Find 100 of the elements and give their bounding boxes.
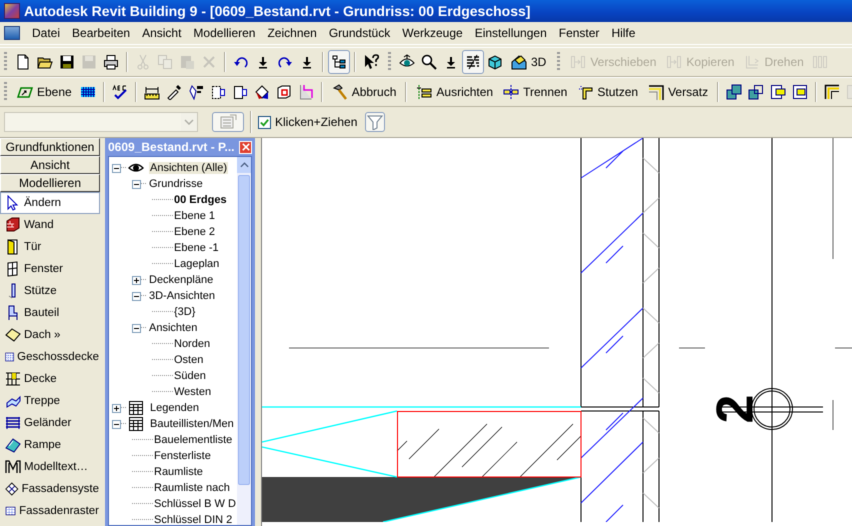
tree-item[interactable]: Fensterliste (153, 450, 212, 462)
tree-item[interactable]: Lageplan (173, 258, 220, 270)
menu-item[interactable]: Zeichnen (261, 24, 323, 42)
toolbar-button[interactable]: Abbruch (326, 80, 402, 104)
design-bar-item[interactable]: Geschossdecke (0, 346, 100, 368)
overlapping-squares-icon (748, 84, 764, 100)
spell-check-icon (112, 84, 128, 100)
move-icon (570, 54, 586, 70)
tree-item[interactable]: Westen (173, 386, 212, 398)
menu-item[interactable]: Grundstück (322, 24, 396, 42)
tree-item[interactable]: Schlüssel B W D (153, 498, 237, 510)
copy-icon (157, 54, 173, 70)
tree-item[interactable]: Grundrisse (148, 178, 204, 190)
tree-item[interactable]: Legenden (149, 402, 200, 414)
design-bar-tab[interactable]: Grundfunktionen (0, 138, 100, 156)
menu-item[interactable]: Hilfe (605, 24, 642, 42)
tree-item[interactable]: Ebene 2 (173, 226, 216, 238)
stair-icon (5, 393, 21, 409)
box-icon (232, 84, 248, 100)
menu-item[interactable]: Ansicht (136, 24, 188, 42)
design-bar-item[interactable]: Decke (0, 368, 100, 390)
corner-icon (298, 84, 314, 100)
design-bar-item[interactable]: Ändern (0, 192, 100, 214)
toolbar-button[interactable]: Versatz (643, 80, 714, 104)
magnifier-icon (421, 54, 437, 70)
tree-item[interactable]: Raumliste nach (153, 482, 231, 494)
lines-icon (465, 54, 481, 70)
app-icon (4, 3, 20, 19)
toolbar-button[interactable] (328, 50, 350, 74)
toolbar-button[interactable]: Trennen (498, 80, 572, 104)
scrollbar[interactable] (237, 157, 251, 525)
tree-item[interactable]: Deckenpläne (148, 274, 214, 286)
design-bar-item[interactable]: Geländer (0, 412, 100, 434)
tree-item[interactable]: Bauelementliste (153, 434, 234, 446)
align-icon (416, 84, 432, 100)
design-bar-item[interactable]: Tür (0, 236, 100, 258)
tree-item[interactable]: 00 Erdges (173, 194, 228, 206)
house-icon (511, 54, 527, 70)
toolbar-button[interactable]: 3D (506, 50, 552, 74)
offset-icon (648, 84, 664, 100)
design-bar-item[interactable]: Modelltext… (0, 456, 100, 478)
hammer-icon (332, 84, 348, 100)
menu-item[interactable]: Bearbeiten (66, 24, 136, 42)
design-bar-tab[interactable]: Modellieren (0, 174, 100, 192)
tree-item[interactable]: {3D} (173, 306, 196, 318)
expand-toggle[interactable] (112, 404, 121, 412)
toolbar-button[interactable]: Stutzen (572, 80, 644, 104)
design-bar-item[interactable]: Treppe (0, 390, 100, 412)
tree-item[interactable]: Bauteillisten/Men (149, 418, 235, 430)
scroll-thumb[interactable] (238, 175, 250, 485)
toolbar-button[interactable]: Ausrichten (411, 80, 498, 104)
cube-icon (487, 54, 503, 70)
tree-item[interactable]: Ebene 1 (173, 210, 216, 222)
design-bar-item[interactable]: Wand (0, 214, 100, 236)
square-icon (770, 84, 786, 100)
expand-toggle[interactable] (132, 276, 141, 284)
tree-item[interactable]: Raumliste (153, 466, 204, 478)
tree-item[interactable]: Ansichten (148, 322, 198, 334)
tree-item[interactable]: Ebene -1 (173, 242, 220, 254)
checkbox[interactable] (258, 116, 271, 128)
expand-toggle[interactable] (112, 420, 121, 428)
ceiling-grid-icon (5, 371, 21, 387)
expand-toggle[interactable] (132, 324, 141, 332)
tree-item[interactable]: Norden (173, 338, 212, 350)
document-icon[interactable] (4, 26, 20, 40)
filter-button[interactable] (365, 112, 386, 132)
corner-icon (824, 84, 840, 100)
menu-item[interactable]: Einstellungen (468, 24, 553, 42)
expand-toggle[interactable] (132, 292, 141, 300)
trim-icon (577, 84, 594, 100)
design-bar-item[interactable]: Stütze (0, 280, 100, 302)
design-bar-item[interactable]: Fassadensyste (0, 478, 100, 500)
railing-icon (5, 415, 21, 431)
expand-toggle[interactable] (132, 180, 141, 188)
tree-item[interactable]: Schlüssel DIN 2 (153, 514, 234, 525)
tree-item[interactable]: 3D-Ansichten (148, 290, 216, 302)
design-bar-item[interactable]: Bauteil (0, 302, 100, 324)
menu-item[interactable]: Datei (26, 24, 66, 42)
brick-wall-icon (5, 217, 21, 233)
menu-item[interactable]: Werkzeuge (396, 24, 469, 42)
design-bar-item[interactable]: Fassadenraster (0, 500, 100, 522)
table-icon (128, 400, 144, 416)
dropper-icon (166, 84, 182, 100)
tree-item[interactable]: Osten (173, 354, 204, 366)
design-bar-item[interactable]: Fenster (0, 258, 100, 280)
close-button[interactable] (239, 140, 252, 154)
toolbar-button[interactable] (462, 50, 484, 74)
expand-toggle[interactable] (112, 164, 121, 172)
menu-item[interactable]: Modellieren (187, 24, 262, 42)
toolbar-button[interactable]: Ebene (12, 80, 77, 104)
tree-item[interactable]: Süden (173, 370, 207, 382)
tree-item[interactable]: Ansichten (Alle) (149, 162, 228, 174)
design-bar-item[interactable]: Rampe (0, 434, 100, 456)
page-icon (15, 54, 31, 70)
menu-item[interactable]: Fenster (552, 24, 606, 42)
table-icon (128, 416, 144, 432)
design-bar-tab[interactable]: Ansicht (0, 156, 100, 174)
split-icon (503, 84, 520, 100)
arrow-pointer-icon (5, 195, 21, 211)
design-bar-item[interactable]: Dach » (0, 324, 100, 346)
